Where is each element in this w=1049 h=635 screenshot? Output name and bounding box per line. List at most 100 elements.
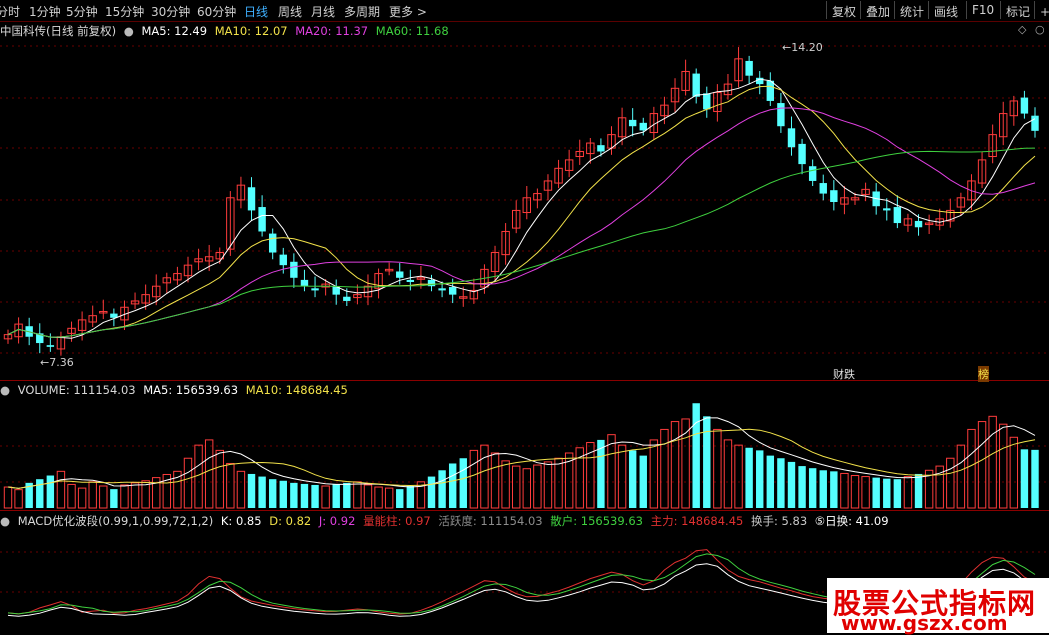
candle-down [914,220,923,228]
volume-bar-down [427,476,436,508]
volume-bar-down [597,439,605,508]
volume-bar-down [279,480,287,508]
candle-down [777,103,785,127]
candle-down [703,93,711,110]
volume-bar-down [311,484,319,508]
volume-bar-up [501,460,510,509]
volume-bar-up [1009,436,1019,509]
candle-down [830,190,838,202]
candle-down [798,143,806,165]
macd-retail: 散户: 156539.63 [550,514,643,528]
low-price-label: ←7.36 [40,356,74,369]
volume-bar-up [723,439,733,509]
candle-down [883,208,891,211]
volume-ma5-line [7,417,1036,489]
volume-bar-up [226,462,235,509]
volume-bar-up [607,434,616,509]
volume-value: VOLUME: 111154.03 [17,383,136,397]
volume-bar-down [914,473,923,508]
volume-bar-down [703,416,711,508]
macd-j: J: 0.92 [318,514,356,528]
volume-bar-down [332,484,340,508]
volume-bar-down [787,461,796,508]
volume-bar-up [903,476,913,509]
volume-bar-up [850,475,860,509]
high-price-label: ←14.20 [782,41,823,54]
macd-k: K: 0.85 [220,514,262,528]
volume-bar-down [110,489,118,508]
volume-ma10-line [7,428,1036,489]
volume-ma10: MA10: 148684.45 [245,383,348,397]
volume-bar-up [120,484,129,509]
volume-bar-up [183,457,193,509]
volume-settings-icon[interactable]: ● [0,383,10,397]
volume-bar-up [681,418,690,509]
volume-bar-up [204,439,214,509]
volume-bar-down [692,403,700,508]
macd-turnover: 换手: 5.83 [751,514,808,528]
candle-down [258,207,266,232]
event-label-earnings[interactable]: 财跌 [833,366,855,382]
volume-bar-up [3,486,13,509]
volume-bar-up [77,487,87,509]
candle-down [628,119,637,127]
volume-bar-down [883,478,891,508]
candle-down [406,279,415,282]
macd-activity: 活跃度: 111154.03 [438,514,543,528]
volume-bar-down [819,470,827,508]
volume-bar-up [543,461,553,509]
volume-bar-down [628,450,637,508]
volume-bar-up [649,439,659,509]
volume-bar-up [861,476,870,509]
volume-bar-up [617,444,627,509]
macd-d: D: 0.82 [269,514,312,528]
volume-bar-up [734,444,743,509]
candle-down [893,207,902,224]
volume-bar-down [36,479,44,508]
event-label-ranking[interactable]: 榜 [978,366,989,382]
volume-bar-up [363,484,373,509]
macd-5day-turnover: ⑤日换: 41.09 [814,514,889,528]
candle-down [438,288,446,291]
volume-bar-up [14,489,23,509]
candle-down [46,345,55,347]
volume-bar-up [490,452,500,509]
volume-bar-up [967,428,976,509]
macd-info-row: ● MACD优化波段(0.99,1,0.99,72,1,2) K: 0.85 D… [0,513,893,529]
volume-bar-down [343,482,351,508]
macd-settings-icon[interactable]: ● [0,514,10,528]
candle-down [692,73,700,97]
volume-bar-down [258,476,266,508]
volume-bar-down [290,482,298,508]
volume-bar-down [268,479,277,508]
candle-down [300,279,309,287]
high-price-value: 14.20 [791,41,823,54]
volume-bar-up [99,485,108,509]
candle-down [343,296,351,301]
volume-bar-up [480,444,489,509]
volume-bar-up [660,428,669,509]
volume-bar-down [1020,449,1029,508]
candle-down [396,271,404,278]
volume-bar-up [512,465,521,509]
volume-bar-up [533,464,542,509]
macd-volume-bar: 量能柱: 0.97 [363,514,431,528]
volume-bar-up [194,444,203,509]
volume-bar-down [247,473,256,508]
volume-bar-up [173,470,182,509]
volume-bar-up [670,421,680,509]
macd-main-force: 主力: 148684.45 [650,514,744,528]
volume-bar-up [840,472,849,509]
volume-bar-up [554,457,563,509]
panel-divider-volume[interactable] [0,380,1049,381]
volume-bar-down [872,477,880,508]
volume-bar-down [46,475,55,508]
macd-title: MACD优化波段(0.99,1,0.99,72,1,2) [17,514,214,528]
volume-bar-down [830,471,838,508]
candle-down [597,145,605,152]
volume-bar-up [522,468,531,509]
volume-bar-up [353,481,362,509]
panel-divider-macd[interactable] [0,510,1049,511]
kline-chart[interactable] [0,0,1049,633]
watermark-url: www.gszx.com [841,611,1008,635]
